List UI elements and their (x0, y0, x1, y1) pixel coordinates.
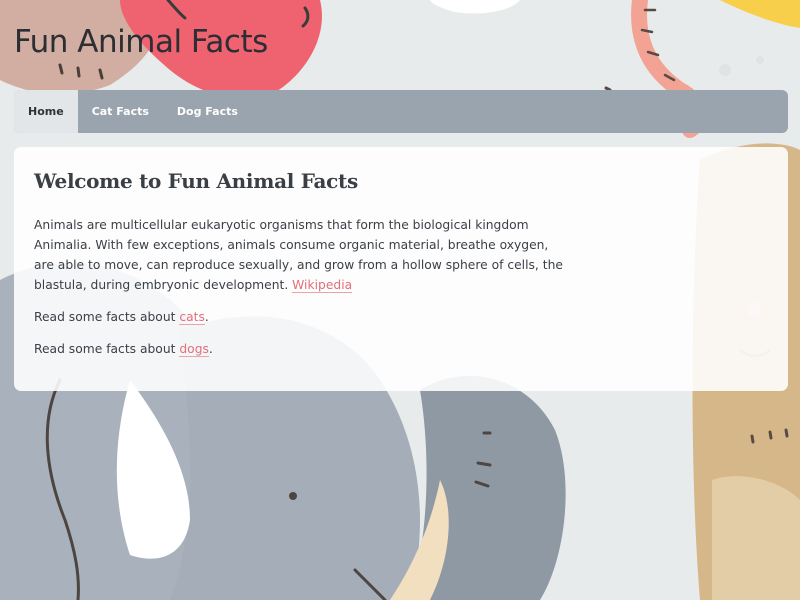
nav-cat-facts[interactable]: Cat Facts (78, 90, 163, 133)
nav-home[interactable]: Home (14, 90, 78, 133)
site-title: Fun Animal Facts (14, 24, 268, 60)
cats-suffix: . (204, 310, 209, 324)
dogs-prefix: Read some facts about (34, 342, 176, 356)
main-navbar: Home Cat Facts Dog Facts (14, 90, 788, 133)
cats-prefix: Read some facts about (34, 310, 176, 324)
nav-dog-facts[interactable]: Dog Facts (163, 90, 252, 133)
welcome-heading: Welcome to Fun Animal Facts (34, 169, 358, 193)
dogs-link[interactable]: dogs (179, 342, 209, 357)
dogs-suffix: . (208, 342, 213, 356)
dogs-paragraph: Read some facts about dogs. (34, 339, 569, 359)
cats-link[interactable]: cats (179, 310, 205, 325)
wikipedia-link[interactable]: Wikipedia (292, 278, 353, 293)
intro-paragraph: Animals are multicellular eukaryotic org… (34, 215, 569, 295)
cats-paragraph: Read some facts about cats. (34, 307, 569, 327)
welcome-card: Welcome to Fun Animal Facts Animals are … (14, 147, 788, 391)
